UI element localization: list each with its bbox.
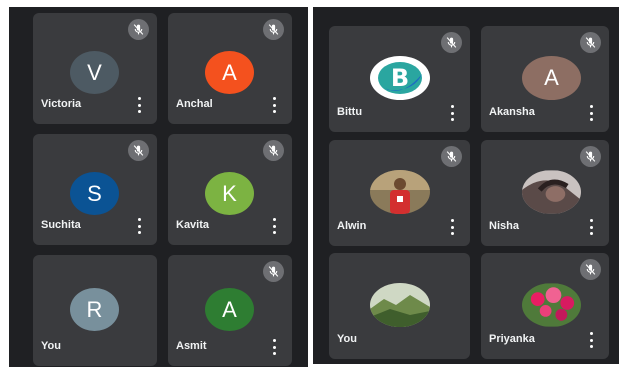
photo-flowers-icon — [522, 283, 581, 327]
mic-off-icon — [263, 140, 284, 161]
participant-tile-nisha[interactable]: Nisha — [481, 140, 609, 246]
more-vert-icon[interactable] — [272, 339, 276, 355]
avatar: A — [205, 51, 254, 94]
participant-grid-left: V Victoria A Anchal S Suchita K Kavita R… — [9, 7, 308, 367]
participant-tile-victoria[interactable]: V Victoria — [33, 13, 157, 124]
mic-off-icon — [441, 146, 462, 167]
mic-off-icon — [263, 19, 284, 40]
participant-name: Nisha — [489, 220, 519, 232]
avatar-initial: A — [222, 296, 237, 322]
participant-tile-alwin[interactable]: Alwin — [329, 140, 470, 246]
participant-name: Suchita — [41, 219, 81, 231]
participant-tile-anchal[interactable]: A Anchal — [168, 13, 292, 124]
participant-name: Victoria — [41, 98, 82, 110]
avatar-initial: K — [222, 180, 237, 206]
participant-name: Priyanka — [489, 333, 535, 345]
photo-person-icon — [370, 170, 430, 214]
participant-tile-asmit[interactable]: A Asmit — [168, 255, 292, 366]
participant-name: Anchal — [176, 98, 213, 110]
participant-tile-kavita[interactable]: K Kavita — [168, 134, 292, 245]
participant-grid-right: B Bittu A Akansha Alwin Nisha You Priyan… — [313, 7, 619, 364]
more-vert-icon[interactable] — [589, 105, 593, 121]
more-vert-icon[interactable] — [137, 218, 141, 234]
avatar: V — [70, 51, 119, 94]
mic-off-icon — [441, 32, 462, 53]
more-vert-icon[interactable] — [272, 97, 276, 113]
more-vert-icon[interactable] — [272, 218, 276, 234]
participant-tile-akansha[interactable]: A Akansha — [481, 26, 609, 132]
avatar-initial: A — [222, 59, 237, 85]
mic-off-icon — [128, 140, 149, 161]
mic-off-icon — [128, 19, 149, 40]
participant-name: Bittu — [337, 106, 363, 118]
logo-b-icon: B — [370, 56, 430, 100]
participant-tile-bittu[interactable]: B Bittu — [329, 26, 470, 132]
participant-tile-you[interactable]: R You — [33, 255, 157, 366]
participant-tile-priyanka[interactable]: Priyanka — [481, 253, 609, 359]
avatar: K — [205, 172, 254, 215]
photo-landscape-icon — [370, 283, 430, 327]
mic-off-icon — [263, 261, 284, 282]
participant-tile-suchita[interactable]: S Suchita — [33, 134, 157, 245]
participant-name: Kavita — [176, 219, 210, 231]
more-vert-icon[interactable] — [589, 332, 593, 348]
mic-off-icon — [580, 259, 601, 280]
avatar-initial: V — [87, 59, 102, 85]
avatar: R — [70, 288, 119, 331]
avatar: A — [205, 288, 254, 331]
more-vert-icon[interactable] — [450, 219, 454, 235]
participant-name: Akansha — [489, 106, 535, 118]
participant-name: You — [41, 340, 61, 352]
avatar-initial: A — [544, 65, 559, 90]
participant-tile-you[interactable]: You — [329, 253, 470, 359]
participant-name: Alwin — [337, 220, 367, 232]
more-vert-icon[interactable] — [589, 219, 593, 235]
mic-off-icon — [580, 146, 601, 167]
avatar-initial: R — [86, 296, 103, 322]
avatar-initial: S — [87, 180, 102, 206]
more-vert-icon[interactable] — [450, 105, 454, 121]
avatar: S — [70, 172, 119, 215]
participant-name: Asmit — [176, 340, 207, 352]
avatar: A — [522, 56, 581, 100]
svg-text:B: B — [391, 64, 409, 92]
photo-nisha-icon — [522, 170, 581, 214]
participant-name: You — [337, 333, 357, 345]
mic-off-icon — [580, 32, 601, 53]
more-vert-icon[interactable] — [137, 97, 141, 113]
